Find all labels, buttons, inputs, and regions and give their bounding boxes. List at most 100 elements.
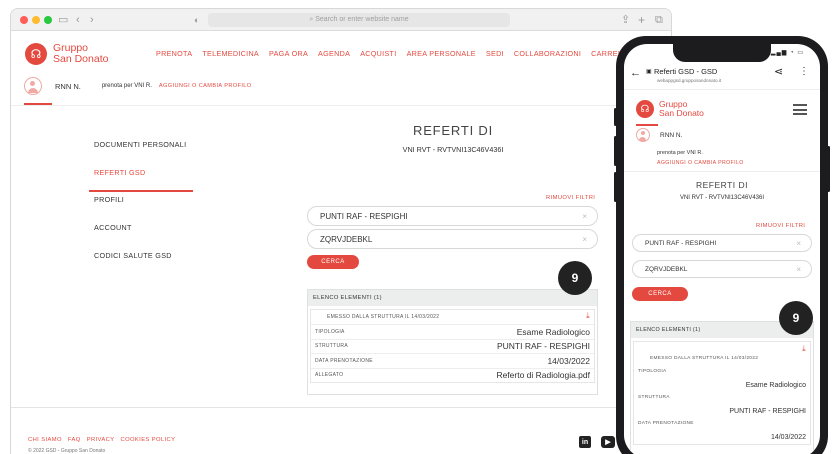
phone-side-button <box>614 136 617 166</box>
download-icon[interactable]: ⤓ <box>586 311 590 321</box>
code-filter-value: ZQRVJDEBKL <box>320 234 373 244</box>
sidebar-item-account[interactable]: ACCOUNT <box>89 220 193 248</box>
mobile-remove-filters-link[interactable]: RIMUOVI FILTRI <box>756 223 805 229</box>
results-list: ELENCO ELEMENTI (1) ⤓ EMESSO DALLA STRUT… <box>307 289 598 395</box>
minimize-window-button[interactable] <box>32 16 40 24</box>
nav-item-area-personale[interactable]: AREA PERSONALE <box>407 49 476 58</box>
detail-key: TIPOLOGIA <box>638 369 667 374</box>
code-filter-input[interactable]: ZQRVJDEBKL × <box>307 229 598 249</box>
list-item[interactable]: ⤓ EMESSO DALLA STRUTTURA IL 14/03/2022 T… <box>633 341 811 445</box>
nav-item-acquisti[interactable]: ACQUISTI <box>360 49 396 58</box>
issued-line: ⤓ EMESSO DALLA STRUTTURA IL 14/03/2022 <box>311 310 594 324</box>
result-count-badge: 9 <box>558 261 592 295</box>
copyright: © 2022 GSD - Gruppo San Donato <box>28 448 106 454</box>
clear-icon[interactable]: × <box>796 265 801 274</box>
nav-item-paga-ora[interactable]: PAGA ORA <box>269 49 308 58</box>
detail-value: Esame Radiologico <box>745 382 806 389</box>
detail-key: STRUTTURA <box>315 343 348 350</box>
nav-item-sedi[interactable]: SEDI <box>486 49 504 58</box>
sidebar-item-codici-salute[interactable]: CODICI SALUTE GSD <box>89 248 193 276</box>
page-title: REFERTI DI <box>413 123 493 138</box>
header-divider <box>11 105 671 106</box>
phone-screen: ▂▄▆ ◔ ▭ ← ▣ Referti GSD - GSD webappgsd.… <box>624 44 820 454</box>
mobile-structure-filter-input[interactable]: PUNTI RAF - RESPIGHI × <box>632 234 812 252</box>
footer-links: CHI SIAMO FAQ PRIVACY COOKIES POLICY <box>28 437 175 443</box>
nav-item-collaborazioni[interactable]: COLLABORAZIONI <box>514 49 581 58</box>
prenota-for-label: prenota per VNI R. <box>101 83 152 89</box>
change-profile-link[interactable]: AGGIUNGI O CAMBIA PROFILO <box>159 83 252 89</box>
more-options-icon[interactable]: ⋮ <box>799 66 809 77</box>
attachment-link[interactable]: Referto di Radiologia.pdf <box>496 370 590 380</box>
tabs-overview-icon[interactable]: ⧉ <box>655 13 663 27</box>
desktop-browser-window: ▭ ‹ › ◐ ⌕ Search or enter website name ⇪… <box>10 8 672 454</box>
sidebar-item-profili[interactable]: PROFILI <box>89 192 193 220</box>
detail-row: TIPOLOGIA Esame Radiologico <box>311 324 594 339</box>
sidebar-menu: DOCUMENTI PERSONALI REFERTI GSD PROFILI … <box>89 137 193 276</box>
nav-item-telemedicina[interactable]: TELEMEDICINA <box>202 49 259 58</box>
detail-value: 14/03/2022 <box>770 434 806 441</box>
detail-row: DATA PRENOTAZIONE 14/03/2022 <box>311 353 594 368</box>
mobile-results-list: ELENCO ELEMENTI (1) ⤓ EMESSO DALLA STRUT… <box>630 321 814 454</box>
avatar[interactable] <box>636 128 650 142</box>
structure-filter-value: PUNTI RAF - RESPIGHI <box>645 239 717 247</box>
share-icon[interactable]: ⋖ <box>774 65 783 78</box>
sidebar-item-documenti-personali[interactable]: DOCUMENTI PERSONALI <box>89 137 193 165</box>
mobile-brand-logo[interactable]: ☊ Gruppo San Donato <box>636 100 704 118</box>
main-nav: PRENOTA TELEMEDICINA PAGA ORA AGENDA ACQ… <box>156 49 632 58</box>
mobile-subtitle: VNI RVT - RVTVNI13C46V436I <box>679 195 765 201</box>
status-bar-icons: ▂▄▆ ◔ ▭ <box>770 50 804 56</box>
address-bar-placeholder: Search or enter website name <box>315 16 409 23</box>
mobile-result-count-badge: 9 <box>779 301 813 335</box>
brand-name-line2: San Donato <box>53 53 109 65</box>
lock-icon: ▣ <box>646 69 652 75</box>
structure-filter-value: PUNTI RAF - RESPIGHI <box>320 211 408 221</box>
close-window-button[interactable] <box>20 16 28 24</box>
mobile-search-button[interactable]: CERCA <box>632 287 688 301</box>
browser-toolbar: ▭ ‹ › ◐ ⌕ Search or enter website name ⇪… <box>11 9 671 31</box>
forward-arrow-icon[interactable]: › <box>90 13 94 27</box>
clear-icon[interactable]: × <box>582 235 587 244</box>
maximize-window-button[interactable] <box>44 16 52 24</box>
structure-filter-input[interactable]: PUNTI RAF - RESPIGHI × <box>307 206 598 226</box>
phone-side-button <box>614 172 617 202</box>
brand-logo[interactable]: ☊ Gruppo San Donato <box>25 43 108 65</box>
clear-icon[interactable]: × <box>796 239 801 248</box>
footer-link-privacy[interactable]: PRIVACY <box>87 437 115 443</box>
youtube-icon[interactable]: ▶ <box>601 436 615 448</box>
clear-icon[interactable]: × <box>582 212 587 221</box>
mobile-heading: REFERTI DI <box>695 180 749 190</box>
list-header: ELENCO ELEMENTI (1) <box>308 290 597 306</box>
footer-link-cookies[interactable]: COOKIES POLICY <box>121 437 176 443</box>
avatar[interactable] <box>24 77 42 95</box>
mobile-change-profile-link[interactable]: AGGIUNGI O CAMBIA PROFILO <box>657 160 744 166</box>
user-name: RNN N. <box>55 81 81 91</box>
hamburger-menu-icon[interactable] <box>793 104 807 115</box>
mobile-browser-bar: ← ▣ Referti GSD - GSD webappgsd.grupposa… <box>624 64 820 90</box>
search-button[interactable]: CERCA <box>307 255 359 269</box>
brand-name-line2: San Donato <box>659 108 704 118</box>
list-item[interactable]: ⤓ EMESSO DALLA STRUTTURA IL 14/03/2022 T… <box>310 309 595 383</box>
user-bar: RNN N. prenota per VNI R. AGGIUNGI O CAM… <box>24 77 252 95</box>
linkedin-icon[interactable]: in <box>579 436 591 448</box>
footer-divider <box>11 407 671 408</box>
footer-link-chi-siamo[interactable]: CHI SIAMO <box>28 437 62 443</box>
mobile-prenota-for-label: prenota per VNI R. <box>657 150 703 156</box>
share-icon[interactable]: ⇪ <box>621 13 630 27</box>
nav-item-prenota[interactable]: PRENOTA <box>156 49 192 58</box>
download-icon[interactable]: ⤓ <box>802 344 806 354</box>
sidebar-item-referti-gsd[interactable]: REFERTI GSD <box>89 165 193 192</box>
nav-item-agenda[interactable]: AGENDA <box>318 49 350 58</box>
mobile-user-bar: RNN N. <box>636 128 682 142</box>
new-tab-icon[interactable]: + <box>638 13 645 27</box>
mobile-header-divider <box>624 171 820 172</box>
sidebar-toggle-icon[interactable]: ▭ <box>58 13 68 27</box>
logo-mark-icon: ☊ <box>25 43 47 65</box>
remove-filters-link[interactable]: RIMUOVI FILTRI <box>546 195 595 201</box>
address-bar[interactable]: ⌕ Search or enter website name <box>208 13 510 27</box>
back-arrow-icon[interactable]: ‹ <box>76 13 80 27</box>
mobile-code-filter-input[interactable]: ZQRVJDEBKL × <box>632 260 812 278</box>
footer-link-faq[interactable]: FAQ <box>68 437 81 443</box>
back-arrow-icon[interactable]: ← <box>630 67 641 79</box>
detail-row: STRUTTURA PUNTI RAF - RESPIGHI <box>311 338 594 354</box>
mobile-url[interactable]: webappgsd.grupposandonato.it <box>657 78 721 83</box>
